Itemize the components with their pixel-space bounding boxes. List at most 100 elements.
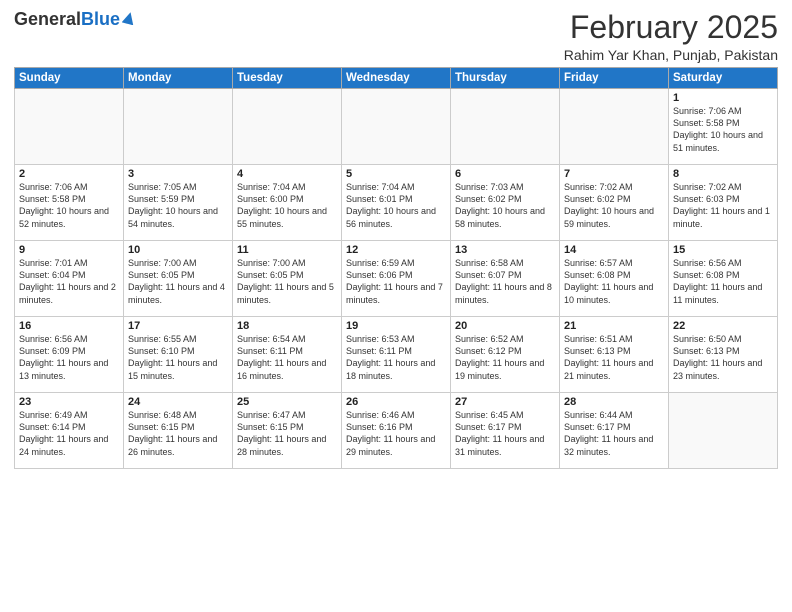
table-row: 17Sunrise: 6:55 AM Sunset: 6:10 PM Dayli…	[124, 317, 233, 393]
day-info: Sunrise: 6:59 AM Sunset: 6:06 PM Dayligh…	[346, 257, 446, 306]
logo-area: GeneralBlue	[14, 10, 136, 30]
day-number: 15	[673, 244, 773, 256]
month-title: February 2025	[564, 10, 778, 45]
day-info: Sunrise: 6:52 AM Sunset: 6:12 PM Dayligh…	[455, 333, 555, 382]
day-info: Sunrise: 7:04 AM Sunset: 6:01 PM Dayligh…	[346, 181, 446, 230]
day-number: 18	[237, 320, 337, 332]
col-monday: Monday	[124, 68, 233, 89]
day-number: 26	[346, 396, 446, 408]
day-info: Sunrise: 7:04 AM Sunset: 6:00 PM Dayligh…	[237, 181, 337, 230]
table-row: 7Sunrise: 7:02 AM Sunset: 6:02 PM Daylig…	[560, 165, 669, 241]
table-row: 23Sunrise: 6:49 AM Sunset: 6:14 PM Dayli…	[15, 393, 124, 469]
day-info: Sunrise: 6:57 AM Sunset: 6:08 PM Dayligh…	[564, 257, 664, 306]
logo-wrapper: GeneralBlue	[14, 10, 136, 30]
page: GeneralBlue February 2025 Rahim Yar Khan…	[0, 0, 792, 612]
calendar-week-row: 2Sunrise: 7:06 AM Sunset: 5:58 PM Daylig…	[15, 165, 778, 241]
table-row	[15, 89, 124, 165]
table-row: 26Sunrise: 6:46 AM Sunset: 6:16 PM Dayli…	[342, 393, 451, 469]
col-wednesday: Wednesday	[342, 68, 451, 89]
calendar-week-row: 1Sunrise: 7:06 AM Sunset: 5:58 PM Daylig…	[15, 89, 778, 165]
col-friday: Friday	[560, 68, 669, 89]
day-info: Sunrise: 6:55 AM Sunset: 6:10 PM Dayligh…	[128, 333, 228, 382]
table-row: 13Sunrise: 6:58 AM Sunset: 6:07 PM Dayli…	[451, 241, 560, 317]
day-info: Sunrise: 7:00 AM Sunset: 6:05 PM Dayligh…	[128, 257, 228, 306]
day-info: Sunrise: 7:00 AM Sunset: 6:05 PM Dayligh…	[237, 257, 337, 306]
day-number: 11	[237, 244, 337, 256]
table-row	[669, 393, 778, 469]
calendar-week-row: 16Sunrise: 6:56 AM Sunset: 6:09 PM Dayli…	[15, 317, 778, 393]
day-info: Sunrise: 6:58 AM Sunset: 6:07 PM Dayligh…	[455, 257, 555, 306]
day-number: 19	[346, 320, 446, 332]
day-number: 24	[128, 396, 228, 408]
table-row: 21Sunrise: 6:51 AM Sunset: 6:13 PM Dayli…	[560, 317, 669, 393]
day-info: Sunrise: 6:48 AM Sunset: 6:15 PM Dayligh…	[128, 409, 228, 458]
day-info: Sunrise: 7:03 AM Sunset: 6:02 PM Dayligh…	[455, 181, 555, 230]
day-number: 10	[128, 244, 228, 256]
day-number: 9	[19, 244, 119, 256]
day-info: Sunrise: 6:49 AM Sunset: 6:14 PM Dayligh…	[19, 409, 119, 458]
day-info: Sunrise: 6:46 AM Sunset: 6:16 PM Dayligh…	[346, 409, 446, 458]
day-info: Sunrise: 6:50 AM Sunset: 6:13 PM Dayligh…	[673, 333, 773, 382]
table-row: 20Sunrise: 6:52 AM Sunset: 6:12 PM Dayli…	[451, 317, 560, 393]
day-number: 4	[237, 168, 337, 180]
table-row: 1Sunrise: 7:06 AM Sunset: 5:58 PM Daylig…	[669, 89, 778, 165]
table-row	[124, 89, 233, 165]
logo-blue: Blue	[81, 9, 120, 29]
day-info: Sunrise: 6:51 AM Sunset: 6:13 PM Dayligh…	[564, 333, 664, 382]
day-number: 5	[346, 168, 446, 180]
header: GeneralBlue February 2025 Rahim Yar Khan…	[14, 10, 778, 63]
day-number: 28	[564, 396, 664, 408]
col-thursday: Thursday	[451, 68, 560, 89]
day-number: 21	[564, 320, 664, 332]
day-number: 23	[19, 396, 119, 408]
table-row: 12Sunrise: 6:59 AM Sunset: 6:06 PM Dayli…	[342, 241, 451, 317]
day-number: 22	[673, 320, 773, 332]
table-row: 15Sunrise: 6:56 AM Sunset: 6:08 PM Dayli…	[669, 241, 778, 317]
day-number: 16	[19, 320, 119, 332]
calendar-week-row: 23Sunrise: 6:49 AM Sunset: 6:14 PM Dayli…	[15, 393, 778, 469]
table-row: 2Sunrise: 7:06 AM Sunset: 5:58 PM Daylig…	[15, 165, 124, 241]
day-info: Sunrise: 7:06 AM Sunset: 5:58 PM Dayligh…	[673, 105, 773, 154]
table-row: 28Sunrise: 6:44 AM Sunset: 6:17 PM Dayli…	[560, 393, 669, 469]
table-row	[233, 89, 342, 165]
table-row: 3Sunrise: 7:05 AM Sunset: 5:59 PM Daylig…	[124, 165, 233, 241]
day-info: Sunrise: 6:56 AM Sunset: 6:09 PM Dayligh…	[19, 333, 119, 382]
day-info: Sunrise: 6:47 AM Sunset: 6:15 PM Dayligh…	[237, 409, 337, 458]
table-row: 19Sunrise: 6:53 AM Sunset: 6:11 PM Dayli…	[342, 317, 451, 393]
table-row: 24Sunrise: 6:48 AM Sunset: 6:15 PM Dayli…	[124, 393, 233, 469]
table-row: 18Sunrise: 6:54 AM Sunset: 6:11 PM Dayli…	[233, 317, 342, 393]
day-number: 6	[455, 168, 555, 180]
calendar-week-row: 9Sunrise: 7:01 AM Sunset: 6:04 PM Daylig…	[15, 241, 778, 317]
day-info: Sunrise: 7:06 AM Sunset: 5:58 PM Dayligh…	[19, 181, 119, 230]
day-number: 3	[128, 168, 228, 180]
col-sunday: Sunday	[15, 68, 124, 89]
title-area: February 2025 Rahim Yar Khan, Punjab, Pa…	[564, 10, 778, 63]
day-info: Sunrise: 6:53 AM Sunset: 6:11 PM Dayligh…	[346, 333, 446, 382]
col-saturday: Saturday	[669, 68, 778, 89]
day-number: 12	[346, 244, 446, 256]
day-number: 1	[673, 92, 773, 104]
table-row: 10Sunrise: 7:00 AM Sunset: 6:05 PM Dayli…	[124, 241, 233, 317]
day-number: 14	[564, 244, 664, 256]
day-number: 27	[455, 396, 555, 408]
day-number: 17	[128, 320, 228, 332]
table-row: 5Sunrise: 7:04 AM Sunset: 6:01 PM Daylig…	[342, 165, 451, 241]
logo-text: GeneralBlue	[14, 10, 120, 30]
day-info: Sunrise: 7:02 AM Sunset: 6:03 PM Dayligh…	[673, 181, 773, 230]
day-info: Sunrise: 6:45 AM Sunset: 6:17 PM Dayligh…	[455, 409, 555, 458]
table-row	[451, 89, 560, 165]
table-row: 9Sunrise: 7:01 AM Sunset: 6:04 PM Daylig…	[15, 241, 124, 317]
logo-general: General	[14, 9, 81, 29]
table-row: 8Sunrise: 7:02 AM Sunset: 6:03 PM Daylig…	[669, 165, 778, 241]
table-row	[560, 89, 669, 165]
logo-icon	[122, 11, 136, 25]
day-number: 2	[19, 168, 119, 180]
day-number: 8	[673, 168, 773, 180]
table-row: 22Sunrise: 6:50 AM Sunset: 6:13 PM Dayli…	[669, 317, 778, 393]
table-row: 11Sunrise: 7:00 AM Sunset: 6:05 PM Dayli…	[233, 241, 342, 317]
day-info: Sunrise: 7:01 AM Sunset: 6:04 PM Dayligh…	[19, 257, 119, 306]
day-number: 25	[237, 396, 337, 408]
table-row: 25Sunrise: 6:47 AM Sunset: 6:15 PM Dayli…	[233, 393, 342, 469]
table-row: 6Sunrise: 7:03 AM Sunset: 6:02 PM Daylig…	[451, 165, 560, 241]
calendar-header-row: Sunday Monday Tuesday Wednesday Thursday…	[15, 68, 778, 89]
